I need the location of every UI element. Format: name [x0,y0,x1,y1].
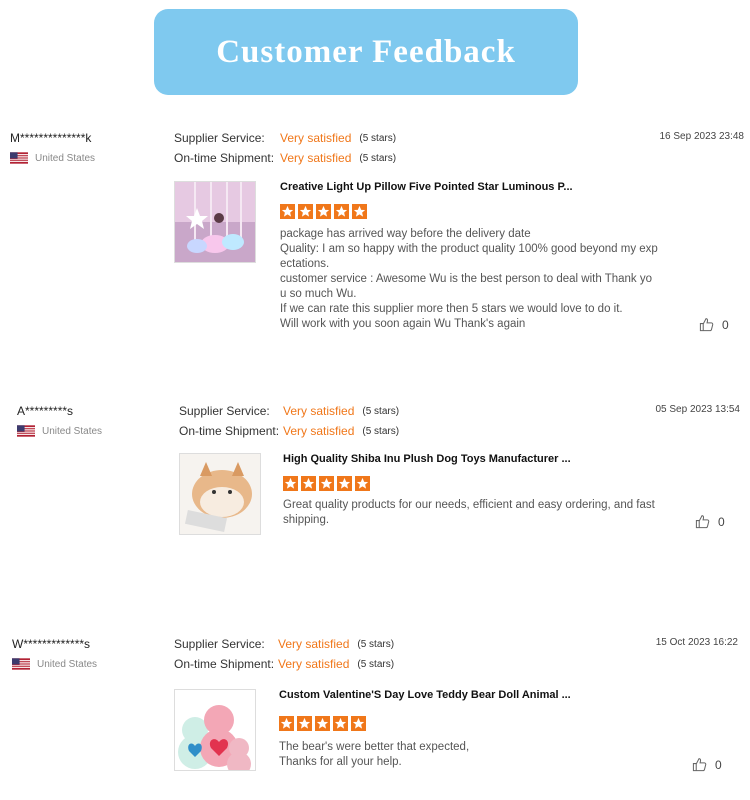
review-date: 16 Sep 2023 23:48 [659,131,744,142]
like-count: 0 [722,317,729,332]
thumbs-up-icon [699,318,714,332]
star-icon [355,476,370,491]
shipment-value: Very satisfied [283,424,355,438]
comment-line: customer service : Awesome Wu is the bes… [280,273,653,285]
shipment-value: Very satisfied [278,657,350,671]
review-comment: package has arrived way before the deliv… [280,227,658,332]
page-title: Customer Feedback [216,33,516,70]
star-icon [319,476,334,491]
like-count: 0 [715,757,722,772]
star-icon [283,476,298,491]
comment-line: Thanks for all your help. [279,756,402,768]
supplier-service-stars: (5 stars) [359,132,397,144]
supplier-service-stars: (5 stars) [357,638,395,650]
product-title[interactable]: Creative Light Up Pillow Five Pointed St… [280,181,573,193]
comment-line: shipping. [283,514,330,526]
service-ratings: Supplier Service: Very satisfied (5 star… [179,401,399,441]
star-icon [315,716,330,731]
shipment-stars: (5 stars) [359,152,397,164]
supplier-service-label: Supplier Service: [174,131,265,145]
comment-line: Quality: I am so happy with the product … [280,243,658,255]
shipment-label: On-time Shipment: [174,151,275,165]
us-flag-icon [12,658,30,670]
star-icon [337,476,352,491]
comment-line: Will work with you soon again Wu Thank's… [280,318,526,330]
thumbs-up-icon [695,515,710,529]
comment-line: package has arrived way before the deliv… [280,228,531,240]
reviewer-country: United States [42,425,103,437]
product-rating [283,476,370,491]
star-icon [334,204,349,219]
star-pillow-image [175,182,255,262]
star-icon [298,204,313,219]
supplier-service-value: Very satisfied [280,131,352,145]
comment-line: u so much Wu. [280,288,357,300]
like-button[interactable]: 0 [699,317,729,332]
shipment-value: Very satisfied [280,151,352,165]
feedback-banner: Customer Feedback [154,9,578,95]
supplier-service-stars: (5 stars) [362,405,400,417]
supplier-service-value: Very satisfied [278,637,350,651]
star-icon [352,204,367,219]
shipment-label: On-time Shipment: [179,424,280,438]
shipment-label: On-time Shipment: [174,657,275,671]
review-date: 05 Sep 2023 13:54 [655,404,740,415]
teddy-bear-image [175,690,255,770]
reviewer-country: United States [35,152,96,164]
reviewer-country: United States [37,658,98,670]
comment-line: ectations. [280,258,330,270]
star-icon [297,716,312,731]
like-count: 0 [718,514,725,529]
reviewer-info: W*************s United States [12,637,97,670]
service-ratings: Supplier Service: Very satisfied (5 star… [174,634,394,674]
reviewer-name: M**************k [10,131,92,145]
like-button[interactable]: 0 [692,757,722,772]
thumbs-up-icon [692,758,707,772]
supplier-service-label: Supplier Service: [174,637,265,651]
reviewer-name: A*********s [17,404,74,418]
reviewer-name: W*************s [12,637,91,651]
shiba-plush-image [180,454,260,534]
product-thumbnail[interactable] [179,453,261,535]
star-icon [279,716,294,731]
supplier-service-value: Very satisfied [283,404,355,418]
us-flag-icon [17,425,35,437]
product-thumbnail[interactable] [174,689,256,771]
reviewer-info: A*********s United States [17,404,102,437]
us-flag-icon [10,152,28,164]
reviewer-info: M**************k United States [10,131,95,164]
star-icon [316,204,331,219]
comment-line: Great quality products for our needs, ef… [283,499,655,511]
shipment-stars: (5 stars) [362,425,400,437]
comment-line: The bear's were better that expected, [279,741,470,753]
product-title[interactable]: Custom Valentine'S Day Love Teddy Bear D… [279,689,571,701]
star-icon [333,716,348,731]
product-rating [280,204,367,219]
review-date: 15 Oct 2023 16:22 [655,637,738,648]
review-comment: The bear's were better that expected, Th… [279,740,469,770]
comment-line: If we can rate this supplier more then 5… [280,303,623,315]
star-icon [301,476,316,491]
service-ratings: Supplier Service: Very satisfied (5 star… [174,128,396,168]
product-thumbnail[interactable] [174,181,256,263]
product-rating [279,716,366,731]
shipment-stars: (5 stars) [357,658,395,670]
supplier-service-label: Supplier Service: [179,404,270,418]
star-icon [280,204,295,219]
star-icon [351,716,366,731]
product-title[interactable]: High Quality Shiba Inu Plush Dog Toys Ma… [283,453,571,465]
review-comment: Great quality products for our needs, ef… [283,498,655,528]
like-button[interactable]: 0 [695,514,725,529]
